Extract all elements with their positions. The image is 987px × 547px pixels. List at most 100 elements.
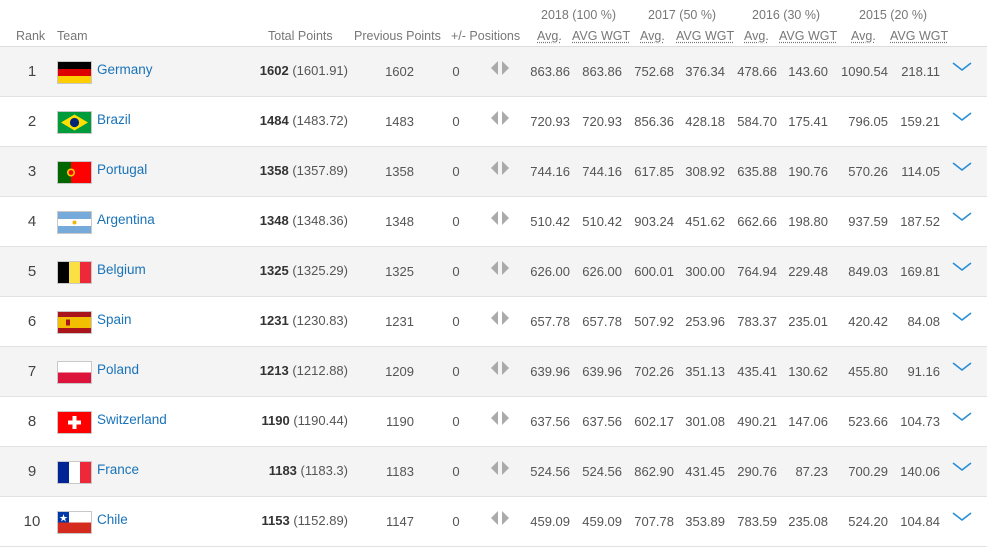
avg-wgt-2017-cell: 253.96 xyxy=(685,314,725,329)
expand-chevron-icon[interactable] xyxy=(951,61,973,73)
avg-wgt-2016-cell: 130.62 xyxy=(788,364,828,379)
team-link[interactable]: Chile xyxy=(97,512,128,527)
team-link[interactable]: Poland xyxy=(97,362,139,377)
previous-points-cell: 1348 xyxy=(385,214,414,229)
avg-2015-cell: 570.26 xyxy=(848,164,888,179)
expand-chevron-icon[interactable] xyxy=(951,411,973,423)
total-points-precise: (1325.29) xyxy=(292,263,348,278)
header-plus-minus-positions[interactable]: +/- Positions xyxy=(451,29,520,43)
avg-wgt-2018-cell: 510.42 xyxy=(582,214,622,229)
header-team[interactable]: Team xyxy=(57,29,88,43)
avg-wgt-2016-cell: 143.60 xyxy=(788,64,828,79)
avg-2017-cell: 702.26 xyxy=(634,364,674,379)
expand-chevron-icon[interactable] xyxy=(951,511,973,523)
position-arrows-icon xyxy=(490,510,510,526)
avg-2017-cell: 856.36 xyxy=(634,114,674,129)
expand-chevron-icon[interactable] xyxy=(951,261,973,273)
rank-cell: 7 xyxy=(27,363,37,380)
total-points-precise: (1357.89) xyxy=(292,163,348,178)
header-previous-points[interactable]: Previous Points xyxy=(354,29,441,43)
expand-chevron-icon[interactable] xyxy=(951,461,973,473)
team-link[interactable]: Switzerland xyxy=(97,412,167,427)
team-link[interactable]: Argentina xyxy=(97,212,155,227)
table-row-belgium[interactable]: 5 Belgium 1325 (1325.29) 1325 0 626.00 6… xyxy=(0,247,987,297)
total-points-cell: 1484 (1483.72) xyxy=(230,113,348,128)
position-change-cell: 0 xyxy=(452,314,460,329)
avg-2015-cell: 420.42 xyxy=(848,314,888,329)
total-points-precise: (1183.3) xyxy=(300,463,348,478)
avg-wgt-2017-cell: 431.45 xyxy=(685,464,725,479)
header-2017-avg[interactable]: Avg. xyxy=(640,29,665,43)
avg-2018-cell: 510.42 xyxy=(530,214,570,229)
avg-2018-cell: 637.56 xyxy=(530,414,570,429)
header-2018-avg-wgt[interactable]: AVG WGT xyxy=(572,29,630,43)
avg-wgt-2018-cell: 524.56 xyxy=(582,464,622,479)
expand-chevron-icon[interactable] xyxy=(951,311,973,323)
header-2015-avg[interactable]: Avg. xyxy=(851,29,876,43)
rank-cell: 2 xyxy=(27,113,37,130)
position-change-cell: 0 xyxy=(452,64,460,79)
table-row-portugal[interactable]: 3 Portugal 1358 (1357.89) 1358 0 744.16 … xyxy=(0,147,987,197)
avg-wgt-2018-cell: 720.93 xyxy=(582,114,622,129)
total-points-value: 1153 xyxy=(261,513,290,528)
avg-wgt-2016-cell: 87.23 xyxy=(795,464,828,479)
table-row-brazil[interactable]: 2 Brazil 1484 (1483.72) 1483 0 720.93 72… xyxy=(0,97,987,147)
avg-2015-cell: 796.05 xyxy=(848,114,888,129)
total-points-value: 1484 xyxy=(259,113,289,128)
avg-wgt-2017-cell: 301.08 xyxy=(685,414,725,429)
avg-2016-cell: 584.70 xyxy=(737,114,777,129)
team-link[interactable]: Belgium xyxy=(97,262,146,277)
header-total-points[interactable]: Total Points xyxy=(268,29,333,43)
header-rank[interactable]: Rank xyxy=(16,29,45,43)
avg-wgt-2015-cell: 187.52 xyxy=(900,214,940,229)
total-points-cell: 1231 (1230.83) xyxy=(230,313,348,328)
header-2016-avg[interactable]: Avg. xyxy=(744,29,769,43)
team-link[interactable]: Brazil xyxy=(97,112,131,127)
avg-wgt-2017-cell: 308.92 xyxy=(685,164,725,179)
avg-wgt-2018-cell: 657.78 xyxy=(582,314,622,329)
header-2015-avg-wgt[interactable]: AVG WGT xyxy=(890,29,948,43)
table-row-chile[interactable]: 10 Chile 1153 (1152.89) 1147 0 459.09 45… xyxy=(0,497,987,547)
avg-2018-cell: 657.78 xyxy=(530,314,570,329)
header-2016-avg-wgt[interactable]: AVG WGT xyxy=(779,29,837,43)
position-change-cell: 0 xyxy=(452,414,460,429)
avg-wgt-2018-cell: 459.09 xyxy=(582,514,622,529)
position-arrows-icon xyxy=(490,110,510,126)
portugal-flag-icon xyxy=(57,161,92,184)
rank-cell: 6 xyxy=(27,313,37,330)
header-2018-avg[interactable]: Avg. xyxy=(537,29,562,43)
team-link[interactable]: Portugal xyxy=(97,162,147,177)
expand-chevron-icon[interactable] xyxy=(951,111,973,123)
previous-points-cell: 1602 xyxy=(385,64,414,79)
team-link[interactable]: Spain xyxy=(97,312,132,327)
table-row-germany[interactable]: 1 Germany 1602 (1601.91) 1602 0 863.86 8… xyxy=(0,47,987,97)
position-change-cell: 0 xyxy=(452,514,460,529)
team-link[interactable]: France xyxy=(97,462,139,477)
table-row-poland[interactable]: 7 Poland 1213 (1212.88) 1209 0 639.96 63… xyxy=(0,347,987,397)
table-row-france[interactable]: 9 France 1183 (1183.3) 1183 0 524.56 524… xyxy=(0,447,987,497)
total-points-value: 1231 xyxy=(259,313,289,328)
expand-chevron-icon[interactable] xyxy=(951,361,973,373)
table-row-argentina[interactable]: 4 Argentina 1348 (1348.36) 1348 0 510.42… xyxy=(0,197,987,247)
year-header-2015: 2015 (20 %) xyxy=(859,8,928,22)
previous-points-cell: 1325 xyxy=(385,264,414,279)
position-change-cell: 0 xyxy=(452,214,460,229)
avg-wgt-2016-cell: 229.48 xyxy=(788,264,828,279)
previous-points-cell: 1483 xyxy=(385,114,414,129)
avg-2016-cell: 764.94 xyxy=(737,264,777,279)
expand-chevron-icon[interactable] xyxy=(951,211,973,223)
year-header-2016: 2016 (30 %) xyxy=(752,8,821,22)
team-link[interactable]: Germany xyxy=(97,62,153,77)
table-row-spain[interactable]: 6 Spain 1231 (1230.83) 1231 0 657.78 657… xyxy=(0,297,987,347)
avg-2018-cell: 744.16 xyxy=(530,164,570,179)
avg-2015-cell: 524.20 xyxy=(848,514,888,529)
header-2017-avg-wgt[interactable]: AVG WGT xyxy=(676,29,734,43)
position-change-cell: 0 xyxy=(452,264,460,279)
germany-flag-icon xyxy=(57,61,92,84)
expand-chevron-icon[interactable] xyxy=(951,161,973,173)
position-arrows-icon xyxy=(490,260,510,276)
previous-points-cell: 1209 xyxy=(385,364,414,379)
avg-2015-cell: 937.59 xyxy=(848,214,888,229)
table-row-switzerland[interactable]: 8 Switzerland 1190 (1190.44) 1190 0 637.… xyxy=(0,397,987,447)
avg-2016-cell: 783.59 xyxy=(737,514,777,529)
